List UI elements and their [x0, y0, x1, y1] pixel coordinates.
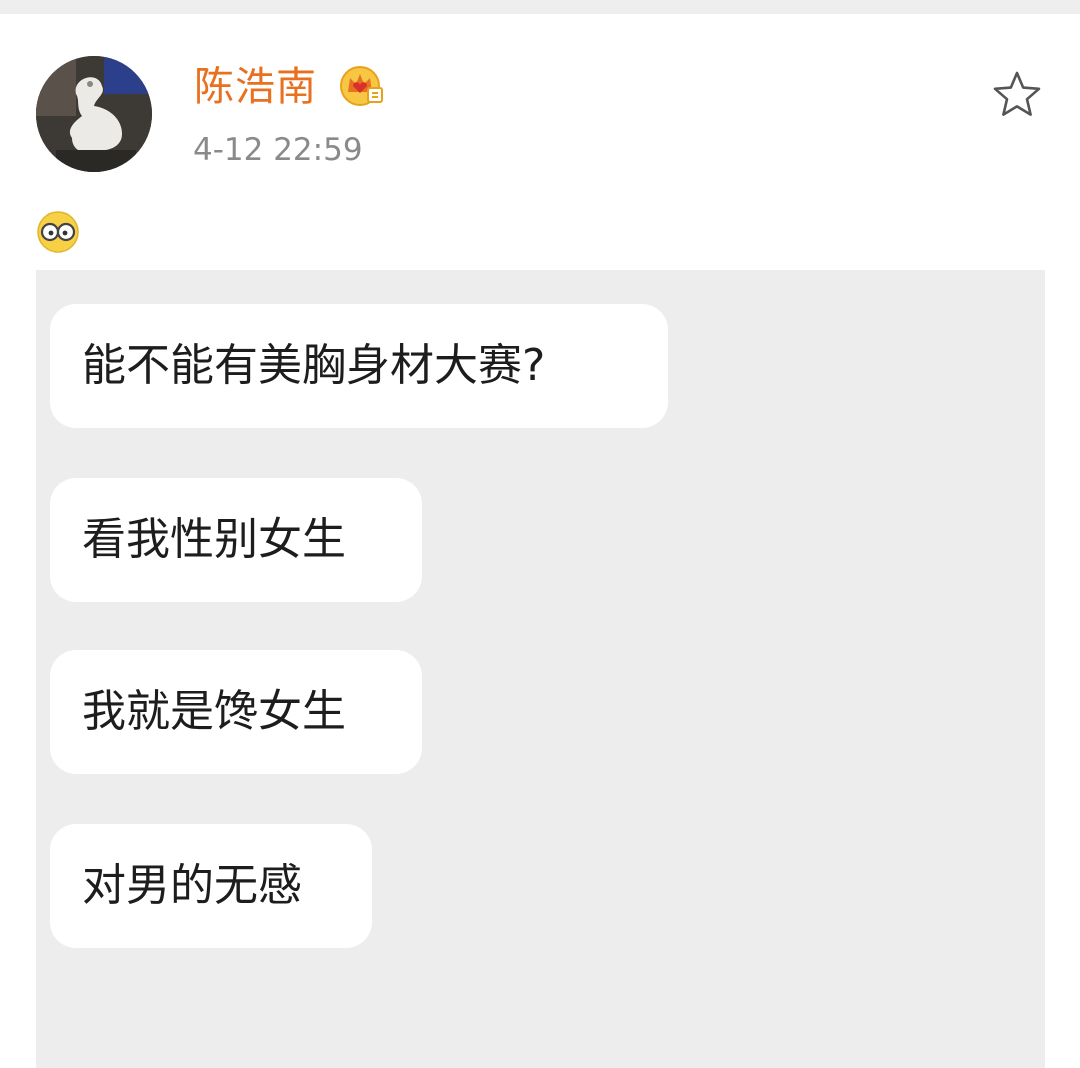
- avatar[interactable]: [36, 56, 152, 172]
- avatar-image: [36, 56, 152, 172]
- glasses-emoji-icon: [36, 210, 80, 254]
- chat-bubble: 看我性别女生: [50, 478, 422, 602]
- chat-bubble: 对男的无感: [50, 824, 372, 948]
- favorite-button[interactable]: [990, 68, 1044, 122]
- star-outline-icon: [993, 71, 1041, 116]
- post-timestamp: 4-12 22:59: [193, 132, 363, 168]
- top-divider: [0, 0, 1080, 14]
- chat-bubble: 能不能有美胸身材大赛?: [50, 304, 668, 428]
- crown-badge-icon: [338, 62, 386, 110]
- author-name[interactable]: 陈浩南: [194, 62, 317, 112]
- chat-bubble: 我就是馋女生: [50, 650, 422, 774]
